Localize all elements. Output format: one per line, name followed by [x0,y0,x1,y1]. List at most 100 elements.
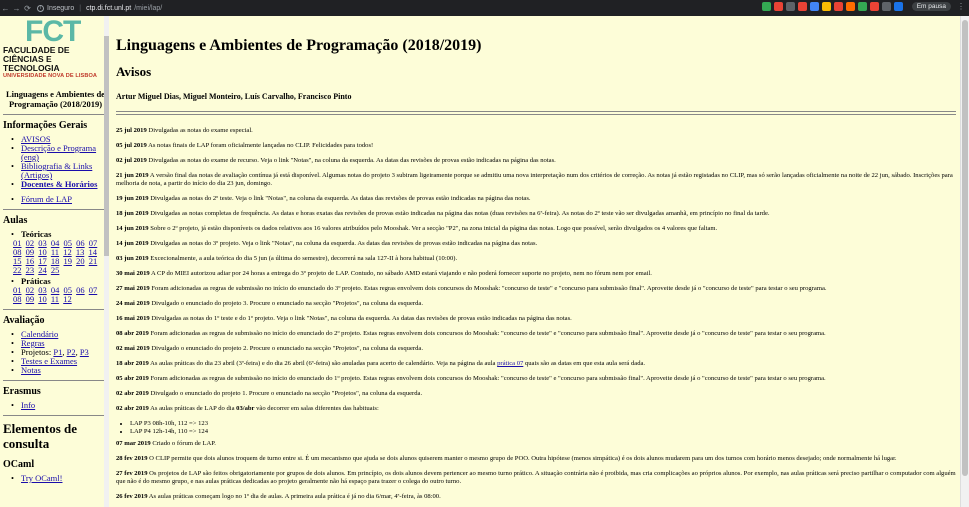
news-item: 08 abr 2019 Foram adicionadas as regras … [116,330,956,338]
news-date: 16 mai 2019 [116,315,150,322]
erasmus-info-link[interactable]: Info [21,400,35,410]
extension-icon[interactable] [833,2,843,11]
news-date: 05 abr 2019 [116,375,149,382]
news-item: 25 jul 2019 Divulgadas as notas do exame… [116,127,956,135]
news-date: 27 mai 2019 [116,285,150,292]
news-item: 03 jun 2019 Excecionalmente, a aula teór… [116,255,956,263]
pratica-link[interactable]: 12 [63,294,72,304]
logo-university: UNIVERSIDADE NOVA DE LISBOA [3,73,98,79]
page-scroll-thumb[interactable] [962,20,968,476]
extension-icon[interactable] [857,2,867,11]
teorica-link[interactable]: 24 [38,265,47,275]
extensions-area: Em pausa ⋮ [761,2,965,11]
extension-icon[interactable] [797,2,807,11]
news-text: Divulgadas as notas do 3º projeto. Veja … [148,240,538,247]
pratica-link[interactable]: 10 [38,294,47,304]
teorica-link[interactable]: 21 [89,256,98,266]
p3-link[interactable]: P3 [80,347,89,357]
news-date: 02 abr 2019 [116,405,149,412]
teorica-link[interactable]: 20 [76,256,85,266]
news-text: As aulas práticas do dia 23 abril (3ª-fe… [148,360,498,367]
programa-link[interactable]: Descrição e Programa (eng) [21,143,96,162]
news-date: 30 mai 2019 [116,270,150,277]
aulas-list-2: Práticas [3,277,108,287]
page-scrollbar[interactable] [960,16,969,507]
news-list: 25 jul 2019 Divulgadas as notas do exame… [116,127,956,507]
sidebar-scrollbar[interactable] [104,16,109,507]
info-list: AVISOS Descrição e Programa (eng) Biblio… [3,135,108,205]
news-item: 30 mai 2019 A CP do MIEI autorizou adiar… [116,270,956,278]
news-bullet: LAP P4 12h-14h, 110 => 124 [130,428,956,436]
ocaml-list: Try OCaml! [3,473,108,484]
sidebar: FCT FACULDADE DE CIÊNCIAS E TECNOLOGIA U… [0,16,109,507]
news-text: A versão final das notas de avaliação co… [116,172,953,187]
erasmus-list: Info [3,400,108,411]
news-text: Divulgado o enunciado do projeto 3. Proc… [149,300,423,307]
news-date: 27 fev 2019 [116,470,148,477]
pratica-link[interactable]: 11 [51,294,59,304]
back-icon[interactable]: ← [0,4,11,13]
forward-icon[interactable]: → [11,4,22,13]
extension-icon[interactable] [881,2,891,11]
bibliografia-link[interactable]: Bibliografia & Links (Artigos) [21,161,92,180]
avaliacao-item: Notas [11,365,108,376]
news-text: Foram adicionadas as regras de submissão… [148,330,826,337]
pratica-link[interactable]: 06 [76,285,85,295]
ocaml-heading: OCaml [3,459,35,470]
news-item: 27 fev 2019 Os projetos de LAP são feito… [116,470,956,486]
teorica-link[interactable]: 19 [64,256,73,266]
divider [116,111,956,115]
try-ocaml-link[interactable]: Try OCaml! [21,473,62,483]
pratica-link[interactable]: 08 [13,294,22,304]
news-date: 02 abr 2019 [116,390,149,397]
news-text: As notas finais de LAP foram oficialment… [146,142,374,149]
sidebar-scroll-thumb[interactable] [104,36,109,256]
news-date: 03 jun 2019 [116,255,149,262]
extension-icon[interactable] [893,2,903,11]
news-text: Excecionalmente, a aula teórica do dia 5… [148,255,458,262]
notas-link[interactable]: Notas [21,365,41,375]
main-content: Linguagens e Ambientes de Programação (2… [116,16,956,507]
teorica-link[interactable]: 23 [26,265,35,275]
news-text: Criado o fórum de LAP. [150,440,216,447]
profile-button[interactable]: Em pausa [911,2,951,11]
extension-icon[interactable] [821,2,831,11]
extension-icon[interactable] [785,2,795,11]
page-title: Linguagens e Ambientes de Programação (2… [116,37,482,54]
news-text: Divulgadas as notas do 1º teste e do 1º … [149,315,572,322]
url-host: ctp.di.fct.unl.pt [86,4,132,12]
extension-icon[interactable] [845,2,855,11]
news-date: 02 mai 2019 [116,345,150,352]
news-text: Divulgadas as notas do exame de recurso.… [146,157,556,164]
news-date: 26 fev 2019 [116,493,148,500]
logo-line-2: CIÊNCIAS E TECNOLOGIA [3,54,60,73]
teorica-link[interactable]: 22 [13,265,22,275]
docentes-link[interactable]: Docentes & Horários [21,179,97,189]
news-text: Divulgado o enunciado do projeto 1. Proc… [148,390,423,397]
extension-icon[interactable] [869,2,879,11]
news-text: Divulgadas as notas do exame especial. [146,127,253,134]
page-subtitle: Avisos [116,64,152,79]
news-item: 28 fev 2019 O CLIP permite que dois alun… [116,455,956,463]
extension-icon[interactable] [773,2,783,11]
news-link[interactable]: prática 07 [497,360,523,367]
forum-link[interactable]: Fórum de LAP [21,194,72,204]
info-item: Bibliografia & Links (Artigos) [11,162,108,180]
course-title: Linguagens e Ambientes de Programação (2… [6,89,105,109]
erasmus-item: Info [11,400,108,411]
extension-icon[interactable] [761,2,771,11]
address-bar[interactable]: i Inseguro | ctp.di.fct.unl.pt/miei/lap/ [37,4,162,12]
menu-icon[interactable]: ⋮ [957,2,965,11]
pratica-link[interactable]: 09 [26,294,35,304]
news-bullets: LAP P3 08h-10h, 112 => 123LAP P4 12h-14h… [130,420,956,436]
news-text: A CP do MIEI autorizou adiar por 24 hora… [149,270,652,277]
reload-icon[interactable]: ⟳ [22,4,33,13]
news-item: 02 abr 2019 Divulgado o enunciado do pro… [116,390,956,398]
news-item: 07 mar 2019 Criado o fórum de LAP. [116,440,956,448]
news-text: Divulgado o enunciado do projeto 2. Proc… [149,345,423,352]
teorica-link[interactable]: 25 [51,265,60,275]
extension-icon[interactable] [809,2,819,11]
info-icon[interactable]: i [37,4,44,12]
pratica-link[interactable]: 07 [89,285,98,295]
news-date: 18 abr 2019 [116,360,149,367]
